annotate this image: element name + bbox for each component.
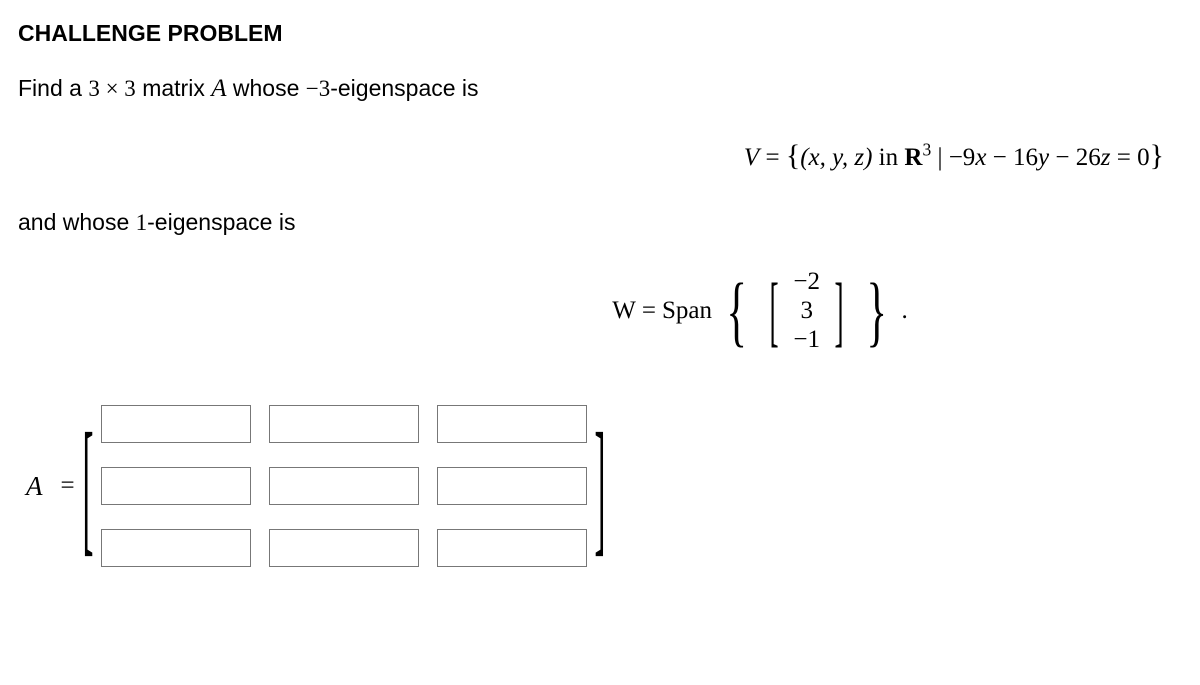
equals-sign-a: =	[61, 472, 75, 500]
text-matrix: matrix	[136, 75, 211, 101]
matrix-cell-1-2[interactable]	[437, 467, 587, 505]
equation-v: V = {(x, y, z) in R3 | −9x − 16y − 26z =…	[18, 139, 1182, 173]
coef-neg26: − 26	[1049, 144, 1101, 171]
matrix-cell-1-0[interactable]	[101, 467, 251, 505]
var-w: W	[612, 297, 636, 325]
vector-entry-1: 3	[793, 297, 820, 326]
matrix-dimensions: 3 × 3	[88, 76, 135, 101]
coef-neg9: −9	[949, 144, 976, 171]
matrix-cell-2-1[interactable]	[269, 529, 419, 567]
matrix-label-a: A	[26, 471, 43, 502]
text-and-whose: and whose	[18, 209, 136, 235]
matrix-cell-2-2[interactable]	[437, 529, 587, 567]
var-x: x	[975, 144, 986, 171]
exponent-3: 3	[922, 140, 931, 160]
var-v: V	[744, 144, 759, 171]
prompt-line-1: Find a 3 × 3 matrix A whose −3-eigenspac…	[18, 75, 1182, 103]
left-square-bracket: [	[770, 276, 779, 346]
equation-w: W = Span { [ −2 3 −1 ] } .	[18, 268, 1182, 354]
var-y: y	[1038, 144, 1049, 171]
matrix-answer-area: A = [ ]	[18, 402, 1182, 570]
matrix-left-bracket: [	[82, 417, 93, 555]
matrix-cell-2-0[interactable]	[101, 529, 251, 567]
coef-neg16: − 16	[986, 144, 1038, 171]
text-whose: whose	[226, 75, 305, 101]
prompt-line-2: and whose 1-eigenspace is	[18, 209, 1182, 236]
space-r: R	[904, 144, 922, 171]
matrix-cell-0-2[interactable]	[437, 405, 587, 443]
left-brace: {	[786, 139, 800, 172]
text-find-a: Find a	[18, 75, 88, 101]
period: .	[901, 297, 907, 325]
vector-entry-0: −2	[793, 268, 820, 297]
vector-entry-2: −1	[793, 326, 820, 355]
text-in: in	[872, 144, 904, 171]
left-curly-brace: {	[726, 276, 747, 346]
tuple-xyz: (x, y, z)	[800, 144, 872, 171]
eigenvalue-neg3: −3	[306, 76, 330, 101]
matrix-right-bracket: ]	[594, 417, 605, 555]
right-curly-brace: }	[866, 276, 887, 346]
text-eigenspace-is: -eigenspace is	[330, 75, 478, 101]
span-word: Span	[662, 297, 712, 325]
equals-sign-w: =	[642, 297, 656, 325]
bar-separator: |	[931, 144, 949, 171]
matrix-cell-0-0[interactable]	[101, 405, 251, 443]
right-square-bracket: ]	[834, 276, 843, 346]
matrix-cell-0-1[interactable]	[269, 405, 419, 443]
eigenvalue-1: 1	[136, 210, 148, 235]
matrix-grid	[101, 402, 587, 570]
matrix-cell-1-1[interactable]	[269, 467, 419, 505]
text-eigenspace-is-2: -eigenspace is	[147, 209, 295, 235]
equals-zero: = 0	[1110, 144, 1149, 171]
problem-title: CHALLENGE PROBLEM	[18, 20, 1182, 47]
right-brace: }	[1150, 139, 1164, 172]
matrix-name-a: A	[211, 75, 226, 102]
span-vector: −2 3 −1	[793, 268, 820, 354]
equals-sign: =	[759, 144, 786, 171]
